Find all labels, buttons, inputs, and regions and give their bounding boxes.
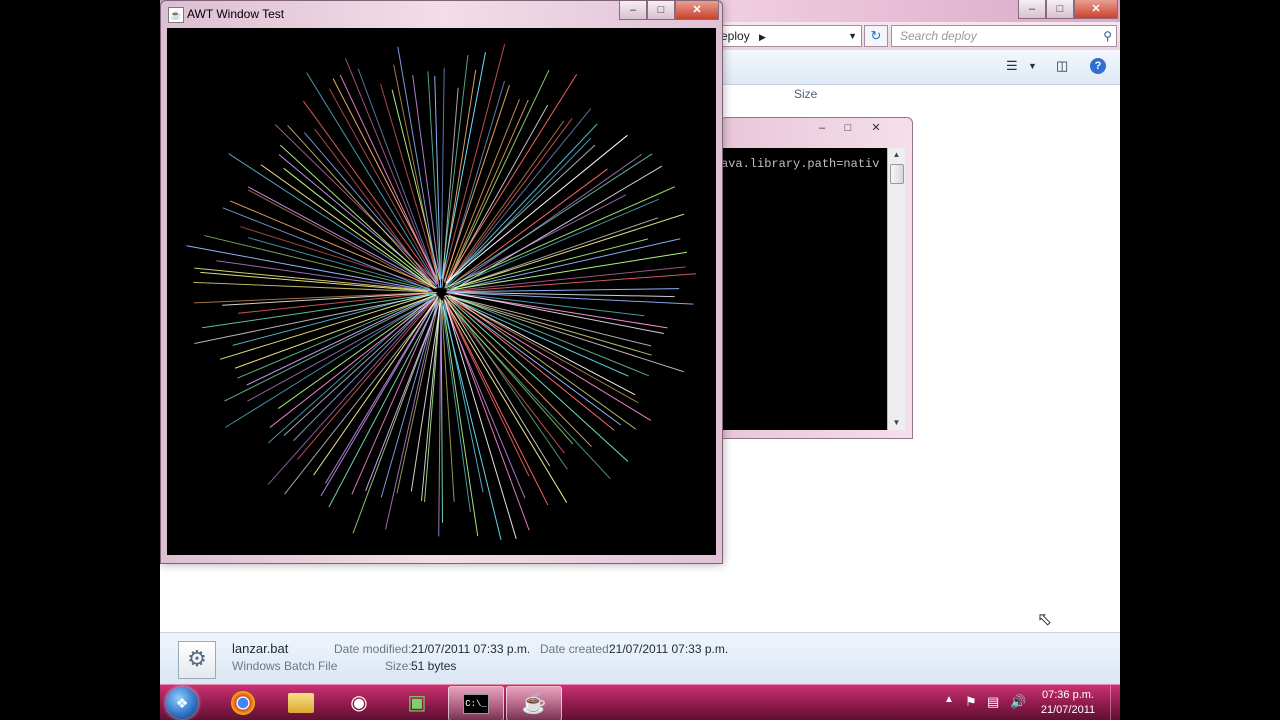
starburst-ray — [446, 295, 684, 373]
show-hidden-icons-icon[interactable]: ▲ — [944, 694, 954, 705]
awt-close-button[interactable]: ✕ — [675, 1, 719, 20]
starburst-ray — [448, 118, 573, 284]
starburst-ray — [234, 294, 437, 369]
starburst-ray — [451, 295, 650, 377]
search-placeholder: Search deploy — [900, 29, 977, 43]
awt-window: ☕ AWT Window Test – □ ✕ — [160, 0, 723, 564]
java-icon: ☕ — [521, 693, 547, 715]
column-header-size[interactable]: Size — [794, 87, 817, 101]
starburst-ray — [247, 186, 434, 287]
network-icon[interactable]: ▤ — [987, 694, 999, 710]
starburst-ray — [438, 305, 442, 537]
starburst-ray — [320, 298, 438, 497]
taskbar: ❖ ◉ ▣ C:\_ ☕ ▲ ⚑ ▤ 🔊 07:36 p.m. 21/07/20… — [160, 684, 1120, 720]
date-created-value: 21/07/2011 07:33 p.m. — [609, 642, 729, 656]
start-button[interactable]: ❖ — [166, 687, 198, 719]
console-text: ava.library.path=nativ — [721, 157, 880, 171]
starburst-ray — [446, 73, 578, 281]
awt-window-title: AWT Window Test — [187, 7, 285, 21]
starburst-ray — [440, 299, 444, 523]
breadcrumb-arrow-icon[interactable]: ▶ — [759, 32, 766, 42]
preview-pane-icon[interactable]: ◫ — [1056, 58, 1068, 74]
app-green-icon: ▣ — [407, 692, 427, 714]
starburst-ray — [450, 251, 688, 291]
starburst-ray — [267, 299, 434, 485]
scroll-up-icon[interactable]: ▲ — [888, 148, 905, 162]
file-type: Windows Batch File — [232, 659, 338, 673]
search-icon[interactable]: ⚲ — [1103, 26, 1112, 46]
date-created-label: Date created: — [540, 642, 613, 656]
desktop: – □ ✕ eploy ▶ ▼ ↻ Search deploy ⚲ ☰ ▼ ◫ … — [160, 0, 1120, 720]
starburst-ray — [445, 144, 596, 283]
starburst-ray — [440, 301, 455, 502]
taskbar-app[interactable]: ▣ — [390, 686, 444, 719]
console-window: – □ ✕ ava.library.path=nativ ▲ ▼ — [720, 117, 913, 439]
starburst-ray — [397, 46, 440, 289]
change-view-icon[interactable]: ☰ — [1006, 58, 1018, 74]
chevron-down-icon[interactable]: ▼ — [848, 26, 857, 46]
starburst-ray — [302, 100, 438, 285]
starburst-ray — [427, 71, 442, 287]
explorer-window-controls: – □ ✕ — [1018, 0, 1118, 19]
size-label: Size: — [385, 659, 412, 673]
show-desktop-button[interactable] — [1110, 685, 1120, 720]
batch-file-icon: ⚙ — [178, 641, 216, 679]
command-prompt-icon: C:\_ — [463, 694, 489, 714]
view-dropdown-icon[interactable]: ▼ — [1028, 58, 1037, 74]
starburst-ray — [447, 296, 568, 470]
taskbar-media-player[interactable]: ◉ — [332, 686, 386, 719]
starburst-ray — [357, 68, 437, 280]
console-close-button[interactable]: ✕ — [861, 120, 891, 136]
taskbar-java[interactable]: ☕ — [506, 686, 562, 720]
file-name: lanzar.bat — [232, 641, 289, 656]
starburst-ray — [194, 291, 433, 304]
starburst-graphic — [186, 44, 697, 540]
starburst-ray — [434, 75, 442, 288]
system-tray: ▲ ⚑ ▤ 🔊 07:36 p.m. 21/07/2011 — [940, 685, 1120, 720]
help-icon[interactable]: ? — [1090, 58, 1106, 74]
details-pane: ⚙ lanzar.bat Windows Batch File Date mod… — [160, 632, 1120, 685]
taskbar-command-prompt[interactable]: C:\_ — [448, 686, 504, 720]
clock-date: 21/07/2011 — [1040, 704, 1096, 716]
console-window-controls: – □ ✕ — [809, 120, 891, 136]
search-input[interactable]: Search deploy ⚲ — [891, 25, 1117, 47]
system-clock[interactable]: 07:36 p.m. 21/07/2011 — [1020, 688, 1116, 718]
mouse-cursor-icon: ⬁ — [1037, 609, 1053, 629]
starburst-ray — [452, 165, 663, 291]
console-output[interactable]: ava.library.path=nativ — [721, 148, 887, 430]
starburst-ray — [229, 200, 438, 289]
console-minimize-button[interactable]: – — [809, 120, 835, 136]
folder-icon — [288, 693, 314, 713]
fox-mask-icon: ◉ — [350, 692, 368, 714]
starburst-ray — [440, 67, 445, 280]
taskbar-chrome[interactable] — [216, 686, 270, 719]
address-crumb[interactable]: eploy — [721, 29, 750, 43]
refresh-button[interactable]: ↻ — [864, 25, 888, 47]
console-scrollbar[interactable]: ▲ ▼ — [887, 148, 905, 430]
awt-minimize-button[interactable]: – — [619, 1, 647, 20]
address-bar[interactable]: eploy ▶ ▼ — [720, 25, 862, 47]
minimize-button[interactable]: – — [1018, 0, 1046, 19]
scrollbar-thumb[interactable] — [890, 164, 904, 184]
starburst-ray — [283, 167, 436, 288]
starburst-ray — [443, 298, 549, 506]
date-modified-label: Date modified: — [334, 642, 412, 656]
awt-maximize-button[interactable]: □ — [647, 1, 675, 20]
awt-window-controls: – □ ✕ — [619, 1, 719, 20]
starburst-ray — [443, 298, 530, 477]
close-button[interactable]: ✕ — [1074, 0, 1118, 19]
starburst-ray — [441, 300, 479, 537]
chrome-icon — [231, 691, 255, 715]
scroll-down-icon[interactable]: ▼ — [888, 416, 905, 430]
action-center-flag-icon[interactable]: ⚑ — [965, 694, 977, 710]
maximize-button[interactable]: □ — [1046, 0, 1074, 19]
console-maximize-button[interactable]: □ — [835, 120, 861, 136]
size-value: 51 bytes — [411, 659, 457, 673]
clock-time: 07:36 p.m. — [1042, 689, 1094, 701]
starburst-ray — [453, 217, 659, 289]
awt-canvas[interactable] — [167, 28, 716, 555]
date-modified-value: 21/07/2011 07:33 p.m. — [411, 642, 531, 656]
java-app-icon[interactable]: ☕ — [168, 7, 184, 23]
taskbar-explorer[interactable] — [274, 686, 328, 719]
